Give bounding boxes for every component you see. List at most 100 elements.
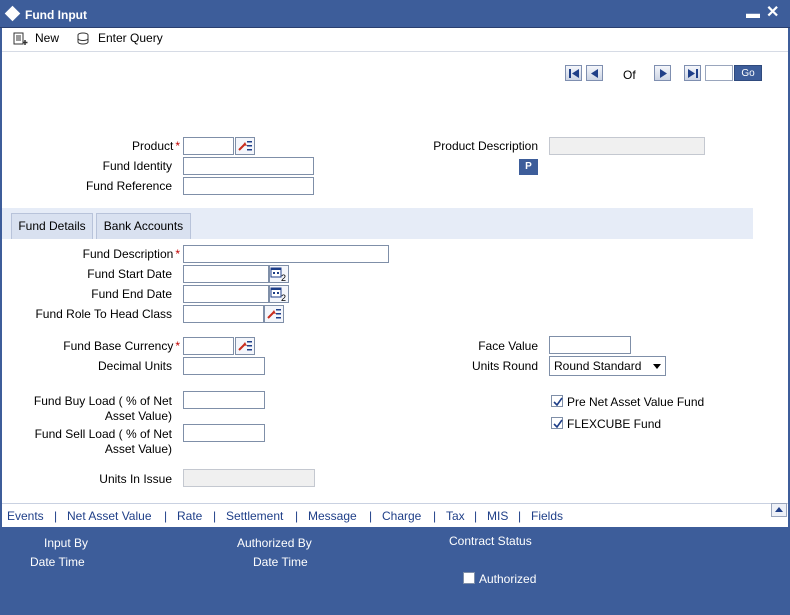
- link-tax[interactable]: Tax: [446, 509, 465, 523]
- fund-sell-load-label-line1: Fund Sell Load ( % of Net: [34, 427, 172, 441]
- link-separator: |: [295, 509, 299, 523]
- page-number-input[interactable]: [705, 65, 733, 81]
- link-mis[interactable]: MIS: [487, 509, 508, 523]
- list-of-values-icon: [238, 141, 252, 151]
- pre-nav-fund-label: Pre Net Asset Value Fund: [567, 395, 705, 409]
- svg-text:2: 2: [281, 293, 286, 302]
- dropdown-arrow-icon: [653, 364, 661, 369]
- product-description-label: Product Description: [433, 139, 538, 153]
- fund-buy-load-label-line2: Asset Value): [104, 409, 172, 423]
- authorized-label: Authorized: [479, 572, 537, 586]
- fund-start-date-input[interactable]: [183, 265, 269, 283]
- fund-role-label: Fund Role To Head Class: [35, 307, 172, 321]
- up-arrow-icon: [775, 507, 783, 512]
- authorized-checkbox[interactable]: [463, 572, 475, 584]
- fund-reference-label: Fund Reference: [85, 179, 172, 193]
- new-doc-icon: [13, 32, 29, 45]
- fund-sell-load-label-line2: Asset Value): [104, 442, 172, 456]
- fund-end-date-input[interactable]: [183, 285, 269, 303]
- link-separator: |: [213, 509, 217, 523]
- fund-buy-load-input[interactable]: [183, 391, 265, 409]
- previous-icon: [591, 69, 598, 78]
- link-events[interactable]: Events: [7, 509, 44, 523]
- link-separator: |: [164, 509, 168, 523]
- flexcube-fund-checkbox[interactable]: [551, 417, 563, 429]
- link-separator: |: [474, 509, 478, 523]
- last-icon: [688, 69, 698, 78]
- svg-text:2: 2: [281, 273, 286, 282]
- fund-description-label: Fund Description *: [82, 247, 180, 261]
- pre-nav-fund-checkbox[interactable]: [551, 395, 563, 407]
- previous-record-button[interactable]: [586, 65, 603, 81]
- list-of-values-icon: [267, 309, 281, 319]
- input-by-label: Input By: [44, 536, 89, 550]
- flexcube-fund-label: FLEXCUBE Fund: [567, 417, 662, 431]
- minimize-icon[interactable]: ▬: [746, 5, 760, 21]
- go-button[interactable]: Go: [734, 65, 762, 81]
- fund-base-currency-label: Fund Base Currency *: [63, 339, 180, 353]
- authorized-date-time-label: Date Time: [253, 555, 308, 569]
- input-date-time-label: Date Time: [30, 555, 85, 569]
- first-icon: [569, 69, 579, 78]
- calendar-icon: 2: [270, 267, 286, 283]
- close-icon[interactable]: ✕: [766, 2, 779, 22]
- app-diamond-icon: [4, 5, 21, 22]
- product-lov-button[interactable]: [235, 137, 255, 155]
- face-value-input[interactable]: [549, 336, 631, 354]
- units-in-issue-input: [183, 469, 315, 487]
- audit-panel: [2, 527, 788, 615]
- fund-description-input[interactable]: [183, 245, 389, 263]
- new-button[interactable]: New: [13, 30, 59, 46]
- link-rate[interactable]: Rate: [177, 509, 202, 523]
- tab-fund-details[interactable]: Fund Details: [11, 213, 93, 239]
- window-title: Fund Input: [25, 8, 87, 22]
- link-separator: |: [433, 509, 437, 523]
- link-separator: |: [518, 509, 522, 523]
- start-date-calendar-button[interactable]: 2: [269, 265, 289, 283]
- link-charge[interactable]: Charge: [382, 509, 421, 523]
- enter-query-label: Enter Query: [98, 31, 163, 45]
- nav-of-label: Of: [623, 68, 636, 82]
- query-icon: [76, 32, 92, 45]
- product-input[interactable]: [183, 137, 234, 155]
- authorized-by-label: Authorized By: [237, 536, 312, 550]
- fund-identity-input[interactable]: [183, 157, 314, 175]
- decimal-units-input[interactable]: [183, 357, 265, 375]
- fund-role-lov-button[interactable]: [264, 305, 284, 323]
- last-record-button[interactable]: [684, 65, 701, 81]
- fund-start-date-label: Fund Start Date: [87, 267, 172, 281]
- fund-end-date-label: Fund End Date: [91, 287, 172, 301]
- face-value-label: Face Value: [478, 339, 538, 353]
- link-separator: |: [369, 509, 373, 523]
- fund-buy-load-label-line1: Fund Buy Load ( % of Net: [33, 394, 172, 408]
- link-fields[interactable]: Fields: [531, 509, 563, 523]
- link-message[interactable]: Message: [308, 509, 357, 523]
- scroll-up-button[interactable]: [771, 503, 787, 517]
- link-settlement[interactable]: Settlement: [226, 509, 283, 523]
- fund-base-currency-input[interactable]: [183, 337, 234, 355]
- currency-lov-button[interactable]: [235, 337, 255, 355]
- next-record-button[interactable]: [654, 65, 671, 81]
- fund-reference-input[interactable]: [183, 177, 314, 195]
- next-icon: [660, 69, 667, 78]
- enter-query-button[interactable]: Enter Query: [76, 30, 163, 46]
- tab-bank-accounts[interactable]: Bank Accounts: [96, 213, 191, 239]
- product-description-input: [549, 137, 705, 155]
- checkmark-icon: [553, 419, 563, 429]
- checkmark-icon: [553, 397, 563, 407]
- product-label: Product *: [131, 139, 180, 153]
- link-net-asset-value[interactable]: Net Asset Value: [67, 509, 152, 523]
- calendar-icon: 2: [270, 287, 286, 303]
- units-round-label: Units Round: [471, 359, 538, 373]
- new-button-label: New: [35, 31, 60, 45]
- p-button[interactable]: P: [519, 159, 538, 175]
- fund-sell-load-input[interactable]: [183, 424, 265, 442]
- contract-status-label: Contract Status: [449, 534, 532, 548]
- units-in-issue-label: Units In Issue: [99, 472, 172, 486]
- units-round-select[interactable]: Round Standard: [549, 356, 666, 376]
- first-record-button[interactable]: [565, 65, 582, 81]
- end-date-calendar-button[interactable]: 2: [269, 285, 289, 303]
- decimal-units-label: Decimal Units: [97, 359, 172, 373]
- fund-role-input[interactable]: [183, 305, 264, 323]
- units-round-value: Round Standard: [554, 359, 642, 373]
